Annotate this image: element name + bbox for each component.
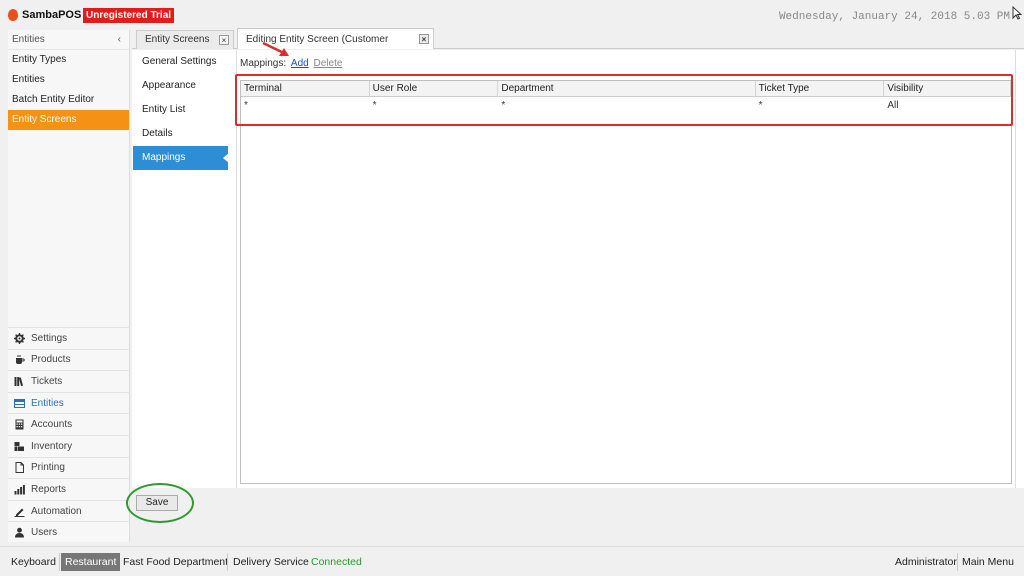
trial-badge: Unregistered Trial	[83, 8, 175, 23]
save-button-highlight	[126, 483, 194, 523]
module-label: Printing	[31, 462, 65, 474]
status-bar: Keyboard Restaurant Fast Food Department…	[0, 546, 1024, 576]
red-arrow-annotation	[262, 42, 289, 56]
mappings-row-highlight	[235, 74, 1013, 126]
close-icon[interactable]: ×	[419, 34, 429, 44]
pen-icon	[14, 506, 25, 517]
nav-header: Entities ‹	[8, 30, 129, 50]
section-general-settings[interactable]: General Settings	[133, 50, 228, 74]
module-label: Automation	[31, 505, 82, 517]
nav-item-batch-entity-editor[interactable]: Batch Entity Editor	[8, 90, 129, 110]
calculator-icon	[14, 419, 25, 430]
user-icon	[14, 527, 25, 538]
add-mapping-link[interactable]: Add	[291, 58, 309, 69]
tab-entity-screens[interactable]: Entity Screens ×	[136, 30, 234, 49]
nav-item-entities[interactable]: Entities	[8, 70, 129, 90]
books-icon	[14, 376, 25, 387]
boxes-icon	[14, 441, 25, 452]
save-bar: Save	[132, 488, 1024, 542]
module-label: Users	[31, 527, 58, 539]
coffee-icon	[14, 354, 25, 365]
status-divider	[227, 553, 228, 571]
module-list: Settings Products Tickets Entities Accou…	[8, 327, 130, 543]
module-settings[interactable]: Settings	[8, 327, 130, 349]
restaurant-department-button[interactable]: Restaurant	[61, 553, 121, 571]
module-label: Inventory	[31, 440, 73, 452]
module-inventory[interactable]: Inventory	[8, 434, 130, 457]
module-label: Tickets	[31, 375, 63, 387]
title-bar: SambaPOS Unregistered Trial Wednesday, J…	[0, 0, 1024, 30]
sambapos-logo-icon	[8, 9, 18, 21]
left-nav-panel: Entities ‹ Entity Types Entities Batch E…	[8, 30, 130, 542]
bar-chart-icon	[14, 484, 25, 495]
module-users[interactable]: Users	[8, 521, 130, 543]
module-label: Products	[31, 354, 71, 366]
connection-status: Connected	[311, 556, 362, 568]
close-icon[interactable]: ×	[219, 35, 229, 45]
datetime-display: Wednesday, January 24, 2018 5.03 PM	[778, 11, 1010, 23]
gear-icon	[14, 332, 25, 344]
module-accounts[interactable]: Accounts	[8, 413, 130, 435]
tab-label: Entity Screens	[145, 34, 210, 45]
collapse-chevron-icon[interactable]: ‹	[118, 30, 121, 50]
module-reports[interactable]: Reports	[8, 478, 130, 500]
section-appearance[interactable]: Appearance	[133, 74, 228, 98]
module-printing[interactable]: Printing	[8, 456, 130, 479]
editor-section-nav: General Settings Appearance Entity List …	[133, 50, 229, 488]
module-entities[interactable]: Entities	[8, 391, 130, 414]
keyboard-button[interactable]: Keyboard	[7, 553, 60, 571]
module-label: Accounts	[31, 419, 73, 431]
module-label: Settings	[31, 332, 68, 344]
module-label: Entities	[31, 397, 64, 409]
section-mappings[interactable]: Mappings	[133, 146, 229, 170]
nav-header-label: Entities	[12, 34, 45, 45]
nav-item-entity-types[interactable]: Entity Types	[8, 50, 129, 70]
module-products[interactable]: Products	[8, 348, 130, 371]
document-icon	[14, 462, 25, 474]
module-automation[interactable]: Automation	[8, 499, 130, 522]
nav-item-entity-screens[interactable]: Entity Screens	[8, 110, 129, 130]
mappings-grid: Terminal User Role Department Ticket Typ…	[240, 80, 1012, 484]
module-label: Reports	[31, 483, 67, 495]
main-menu-button[interactable]: Main Menu	[958, 553, 1018, 571]
section-entity-list[interactable]: Entity List	[133, 98, 228, 122]
section-details[interactable]: Details	[133, 122, 228, 146]
delivery-service-button[interactable]: Delivery Service	[229, 553, 313, 571]
mouse-cursor-icon	[1012, 5, 1023, 23]
fast-food-department-button[interactable]: Fast Food Department	[119, 553, 232, 571]
module-tickets[interactable]: Tickets	[8, 370, 130, 392]
delete-mapping-link[interactable]: Delete	[314, 58, 343, 69]
brand-name: SambaPOS	[22, 9, 82, 21]
current-user-label: Administrator	[895, 556, 957, 568]
table-icon	[14, 398, 25, 409]
status-divider	[59, 553, 60, 571]
